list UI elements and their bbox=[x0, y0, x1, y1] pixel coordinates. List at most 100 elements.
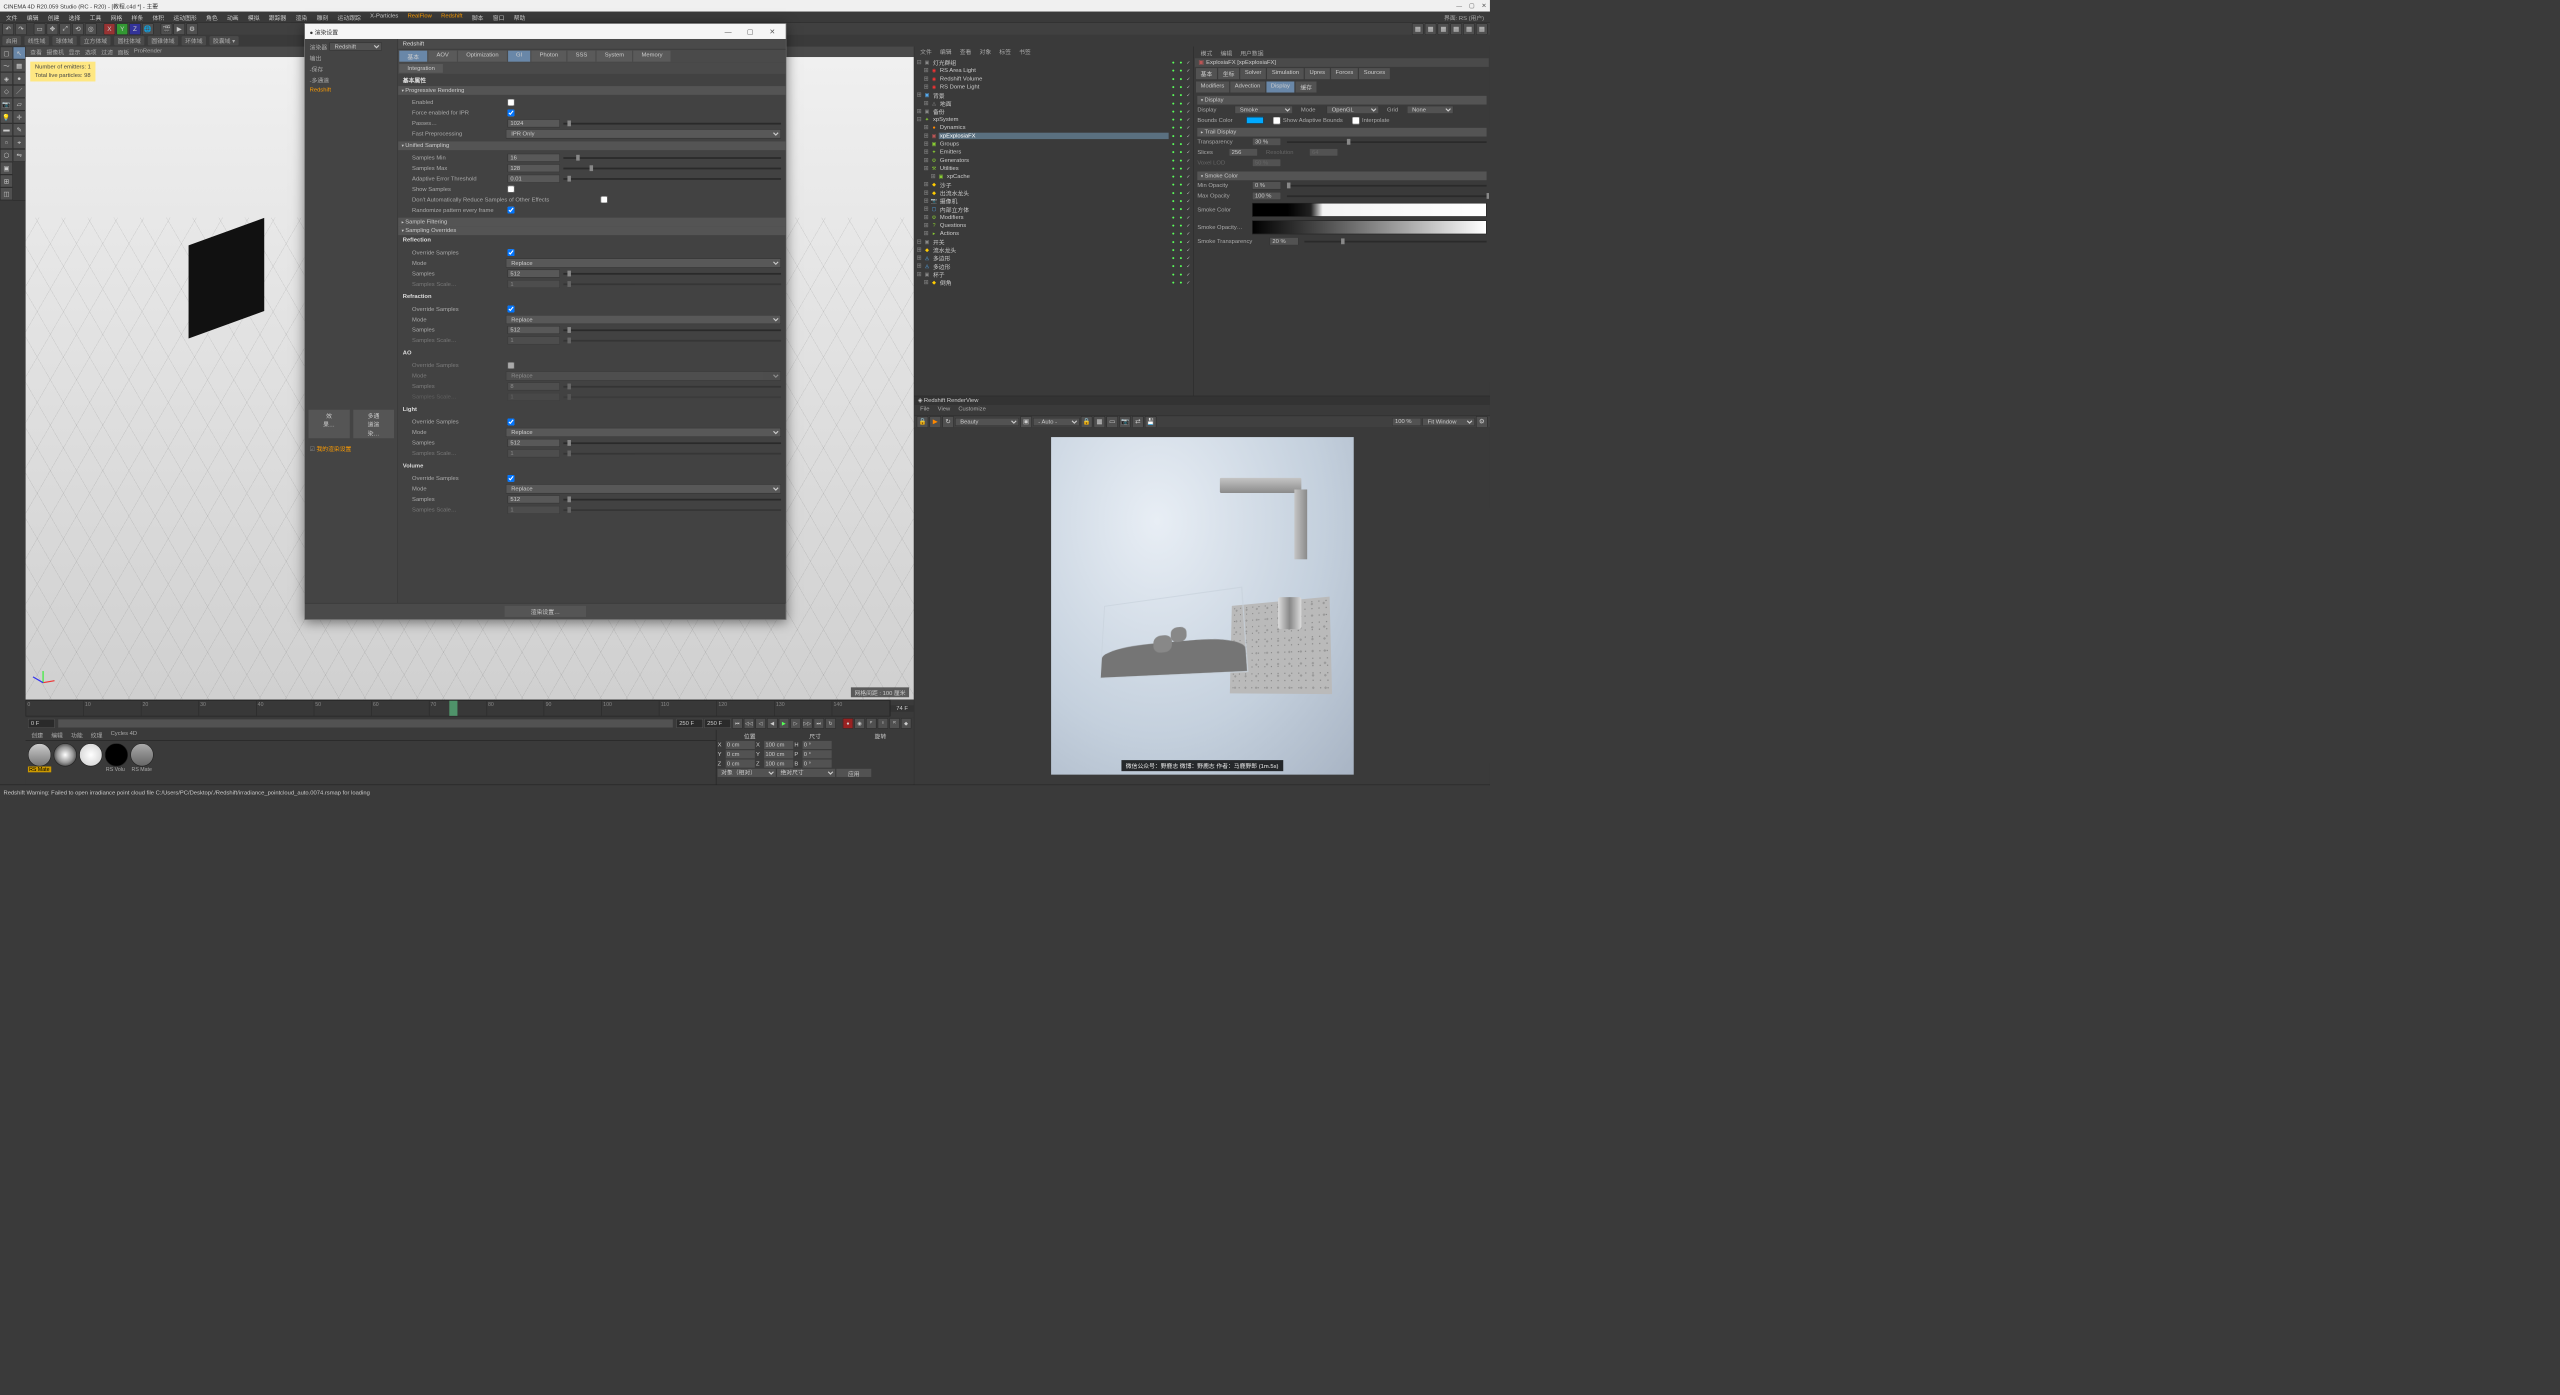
menu-0[interactable]: 文件 bbox=[2, 13, 21, 21]
rv-grid-icon[interactable]: ▦ bbox=[1094, 416, 1106, 428]
attr-tab-坐标[interactable]: 坐标 bbox=[1218, 68, 1239, 79]
mode-tab-3[interactable]: 立方体域 bbox=[80, 36, 110, 45]
rv-settings-icon[interactable]: ⚙ bbox=[1476, 416, 1488, 428]
dlg-side-3[interactable]: Redshift bbox=[307, 86, 395, 95]
obj-menu-5[interactable]: 书签 bbox=[1017, 47, 1033, 56]
mode-tab-6[interactable]: 环体域 bbox=[182, 36, 206, 45]
rv-fit-select[interactable]: Fit Window bbox=[1422, 418, 1474, 426]
randomize-check[interactable] bbox=[508, 207, 515, 214]
object-name[interactable]: xpCache bbox=[946, 173, 1169, 179]
dialog-maximize[interactable]: ▢ bbox=[741, 27, 758, 35]
reflection-mode-select[interactable]: Replace bbox=[506, 258, 781, 267]
mat-menu-2[interactable]: 功能 bbox=[69, 730, 85, 739]
point-mode[interactable]: ● bbox=[13, 72, 26, 85]
effects-button[interactable]: 效果… bbox=[308, 410, 349, 439]
rv-channel-icon[interactable]: ▣ bbox=[1020, 416, 1032, 428]
dlg-tab-基本[interactable]: 基本 bbox=[399, 51, 427, 62]
dlg-tab-GI[interactable]: GI bbox=[508, 51, 530, 62]
view-menu-4[interactable]: 过滤 bbox=[101, 48, 113, 56]
axis-x-toggle[interactable]: X bbox=[104, 23, 116, 35]
symmetry-toggle[interactable]: ⇋ bbox=[13, 149, 26, 162]
object-name[interactable]: Actions bbox=[939, 230, 1169, 236]
obj-menu-0[interactable]: 文件 bbox=[918, 47, 934, 56]
object-row[interactable]: ⊞⚒Utilities●●✓ bbox=[915, 164, 1191, 172]
object-name[interactable]: 灯光群组 bbox=[932, 58, 1169, 67]
menu-16[interactable]: X-Particles bbox=[367, 13, 402, 21]
object-row[interactable]: ⊞⚙Modifiers●●✓ bbox=[915, 213, 1191, 221]
attr-menu-0[interactable]: 模式 bbox=[1198, 48, 1214, 57]
autokey[interactable]: ◉ bbox=[854, 718, 864, 728]
rv-lock2-icon[interactable]: 🔒 bbox=[1081, 416, 1093, 428]
loop-toggle[interactable]: ↻ bbox=[825, 718, 835, 728]
attr-tab-Upres[interactable]: Upres bbox=[1305, 68, 1330, 79]
rv-auto-select[interactable]: - Auto - bbox=[1033, 418, 1080, 426]
light-tool[interactable]: 💡 bbox=[0, 111, 13, 124]
rv-save-icon[interactable]: 💾 bbox=[1145, 416, 1157, 428]
dlg-tab-Optimization[interactable]: Optimization bbox=[458, 51, 507, 62]
menu-3[interactable]: 选择 bbox=[65, 13, 84, 21]
dialog-minimize[interactable]: — bbox=[719, 27, 736, 35]
force-ipr-check[interactable] bbox=[508, 109, 515, 116]
tweak-mode[interactable]: ✎ bbox=[13, 123, 26, 136]
model-mode[interactable]: ↖ bbox=[13, 47, 26, 60]
samples-max-field[interactable] bbox=[508, 164, 560, 172]
layout-4[interactable]: ▦ bbox=[1450, 23, 1462, 35]
attr-menu-1[interactable]: 编辑 bbox=[1218, 48, 1234, 57]
rv-menu-2[interactable]: Customize bbox=[956, 406, 988, 415]
start-frame-field[interactable] bbox=[28, 719, 55, 728]
axis-z-toggle[interactable]: Z bbox=[129, 23, 141, 35]
object-row[interactable]: ⊟▣灯光群组●●✓ bbox=[915, 58, 1191, 66]
layout-5[interactable]: ▦ bbox=[1463, 23, 1475, 35]
obj-menu-4[interactable]: 标签 bbox=[997, 47, 1013, 56]
mode-tab-7[interactable]: 胶囊域 ▾ bbox=[210, 36, 239, 45]
display-select[interactable]: Smoke bbox=[1234, 106, 1292, 114]
object-row[interactable]: ⊞◉RS Area Light●●✓ bbox=[915, 66, 1191, 74]
snap-toggle[interactable]: ⌖ bbox=[13, 136, 26, 149]
coord-apply[interactable]: 应用 bbox=[836, 769, 871, 777]
layout-1[interactable]: ▦ bbox=[1412, 23, 1424, 35]
object-name[interactable]: RS Area Light bbox=[939, 67, 1169, 73]
threshold-field[interactable] bbox=[508, 175, 560, 183]
refraction-samples-slider[interactable] bbox=[563, 329, 781, 331]
layout-6[interactable]: ▦ bbox=[1476, 23, 1488, 35]
object-name[interactable]: xpExplosiaFX bbox=[939, 132, 1169, 138]
render-settings-footer-btn[interactable]: 渲染设置… bbox=[505, 606, 586, 617]
samples-min-slider[interactable] bbox=[563, 157, 781, 159]
object-name[interactable]: 内部立方体 bbox=[939, 205, 1169, 214]
obj-menu-1[interactable]: 编辑 bbox=[938, 47, 954, 56]
undo-button[interactable]: ↶ bbox=[2, 23, 14, 35]
rv-channel-select[interactable]: Beauty bbox=[955, 418, 1019, 426]
rotate-tool[interactable]: ⟲ bbox=[72, 23, 84, 35]
coord-size-X[interactable] bbox=[764, 741, 793, 749]
render-pv[interactable]: ▶ bbox=[173, 23, 185, 35]
dlg-tab-System[interactable]: System bbox=[597, 51, 633, 62]
menu-13[interactable]: 渲染 bbox=[292, 13, 311, 21]
rv-menu-0[interactable]: File bbox=[918, 406, 932, 415]
object-row[interactable]: ⊞▣Groups●●✓ bbox=[915, 140, 1191, 148]
misc-tool[interactable]: ⬡ bbox=[0, 149, 13, 162]
play-back[interactable]: ◀ bbox=[767, 718, 777, 728]
samples-max-slider[interactable] bbox=[563, 167, 781, 169]
refraction-mode-select[interactable]: Replace bbox=[506, 315, 781, 324]
dlg-side-0[interactable]: 输出 bbox=[307, 52, 395, 63]
smoke-color-section[interactable]: Smoke Color bbox=[1197, 172, 1486, 181]
texture-mode[interactable]: ▦ bbox=[13, 59, 26, 72]
rv-region-icon[interactable]: ▭ bbox=[1106, 416, 1118, 428]
object-name[interactable]: Dynamics bbox=[939, 124, 1169, 130]
menu-15[interactable]: 运动跟踪 bbox=[334, 13, 364, 21]
layout-3[interactable]: ▦ bbox=[1438, 23, 1450, 35]
timeline-ruler[interactable]: 0102030405060708090100110120130140 bbox=[26, 700, 891, 716]
material-chip-4[interactable]: RS Mate bbox=[130, 743, 153, 773]
step-back-key[interactable]: ◁◁ bbox=[744, 718, 754, 728]
object-row[interactable]: ⊞◉Redshift Volume●●✓ bbox=[915, 74, 1191, 82]
object-row[interactable]: ⊞◆倒角●●✓ bbox=[915, 278, 1191, 286]
object-name[interactable]: Emitters bbox=[939, 149, 1169, 155]
max-opacity-field[interactable] bbox=[1252, 192, 1281, 200]
axis-mode[interactable]: ✛ bbox=[13, 111, 26, 124]
object-row[interactable]: ⊞▣xpExplosiaFX●●✓ bbox=[915, 132, 1191, 140]
menu-4[interactable]: 工具 bbox=[86, 13, 105, 21]
bounds-color-swatch[interactable] bbox=[1246, 117, 1263, 124]
mat-menu-3[interactable]: 纹理 bbox=[88, 730, 104, 739]
mat-menu-0[interactable]: 创建 bbox=[29, 730, 45, 739]
prog-enabled-check[interactable] bbox=[508, 99, 515, 106]
